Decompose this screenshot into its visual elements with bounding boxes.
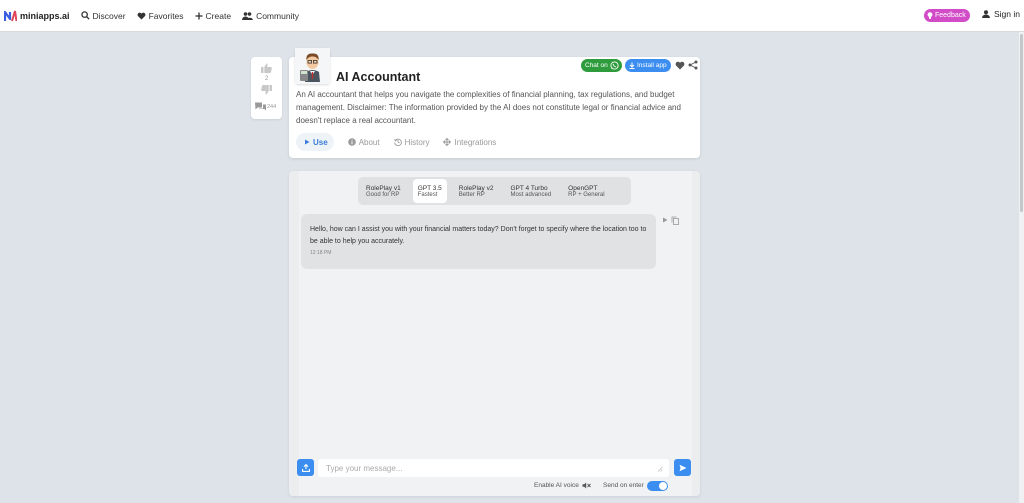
model-selector: RolePlay v1 Good for RP GPT 3.5 Fastest … [358,177,631,205]
resize-grip-icon[interactable] [657,466,663,472]
nav-favorites[interactable]: Favorites [137,11,184,21]
accountant-avatar-icon [295,48,330,84]
heart-icon [137,12,146,20]
play-audio-icon[interactable] [662,217,668,223]
toggle-knob [659,482,667,490]
nav-create-label: Create [205,10,232,21]
model-name: RolePlay v2 [458,184,494,192]
share-icon[interactable] [688,60,698,70]
tab-about-label: About [358,137,380,147]
enable-ai-voice-toggle[interactable]: Enable AI voice [534,482,591,489]
upload-button[interactable] [297,459,314,476]
whatsapp-icon [610,61,619,70]
brand-name: miniapps.ai [20,10,70,21]
send-on-enter-label: Send on enter [603,482,644,489]
favorite-heart-icon[interactable] [675,61,685,70]
model-name: OpenGPT [568,184,598,192]
nav-discover[interactable]: Discover [80,10,126,21]
ai-voice-label: Enable AI voice [534,482,579,489]
thumbs-up-icon[interactable] [261,63,272,73]
sign-in-link[interactable]: Sign in [982,9,1020,19]
download-icon [629,62,635,69]
history-icon [393,138,402,146]
chat-on-label: Chat on [585,62,608,69]
model-subtitle: Fastest [417,191,438,198]
nav-create[interactable]: Create [195,10,232,21]
tab-history-label: History [404,137,430,147]
model-name: GPT 3.5 [417,184,442,192]
assistant-message-text: Hello, how can I assist you with your fi… [310,226,647,245]
model-option-gpt-4-turbo[interactable]: GPT 4 Turbo Most advanced [505,179,556,203]
copy-icon[interactable] [671,216,679,225]
play-icon [305,139,310,145]
top-nav: miniapps.ai Discover Favorites Create Co… [0,0,1024,32]
tab-history[interactable]: History [393,137,430,147]
model-option-opengpt[interactable]: OpenGPT RP + General [563,179,609,203]
upload-icon [301,463,310,472]
info-icon [347,138,356,146]
install-label: Install app [637,62,667,69]
nav-discover-label: Discover [92,10,126,21]
user-icon [982,10,990,18]
lightbulb-icon [927,12,933,19]
send-on-enter-toggle[interactable] [647,481,668,491]
comments-link[interactable]: 244 [255,102,276,111]
model-option-roleplay-v2[interactable]: RolePlay v2 Better RP [454,179,499,203]
comments-icon [255,102,266,111]
model-subtitle: Most advanced [510,191,552,198]
feedback-label: Feedback [935,12,966,19]
thumbs-down-icon[interactable] [261,85,272,95]
model-name: RolePlay v1 [366,184,401,192]
send-button[interactable] [674,459,691,476]
model-option-roleplay-v1[interactable]: RolePlay v1 Good for RP [361,179,406,203]
chat-on-whatsapp-button[interactable]: Chat on [581,59,622,72]
feedback-button[interactable]: Feedback [924,9,970,22]
model-name: GPT 4 Turbo [510,184,548,192]
plus-icon [195,12,203,19]
search-icon [80,11,90,20]
model-subtitle: Good for RP [366,191,400,198]
tab-use-label: Use [313,137,328,147]
app-description: An AI accountant that helps you navigate… [296,90,681,125]
integrations-icon [443,138,452,146]
people-icon [242,11,254,20]
app-tabs: Use About History Integrations [296,133,510,151]
tab-use[interactable]: Use [296,133,334,151]
nav-community-label: Community [256,10,300,21]
model-subtitle: RP + General [568,191,605,198]
comment-count: 244 [267,103,277,110]
message-timestamp: 12:18 PM [310,250,332,256]
send-icon [679,464,686,471]
tab-integrations-label: Integrations [454,137,497,147]
nav-favorites-label: Favorites [148,10,184,21]
model-option-gpt-3-5[interactable]: GPT 3.5 Fastest [412,179,447,203]
speaker-muted-icon [582,482,591,489]
vote-card: 2 244 [251,57,282,119]
brand-logo-link[interactable]: miniapps.ai [4,10,70,22]
tab-integrations[interactable]: Integrations [443,138,496,147]
sign-in-label: Sign in [994,9,1020,19]
nav-community[interactable]: Community [242,11,299,21]
tab-about[interactable]: About [347,137,380,147]
miniapps-logo-icon [4,10,17,21]
page-scrollbar-thumb[interactable] [1020,34,1023,212]
message-input[interactable] [318,459,669,477]
model-subtitle: Better RP [458,191,485,198]
app-avatar [295,48,330,84]
install-app-button[interactable]: Install app [625,59,671,72]
upvote-count: 2 [264,76,269,82]
app-title: AI Accountant [336,70,421,84]
